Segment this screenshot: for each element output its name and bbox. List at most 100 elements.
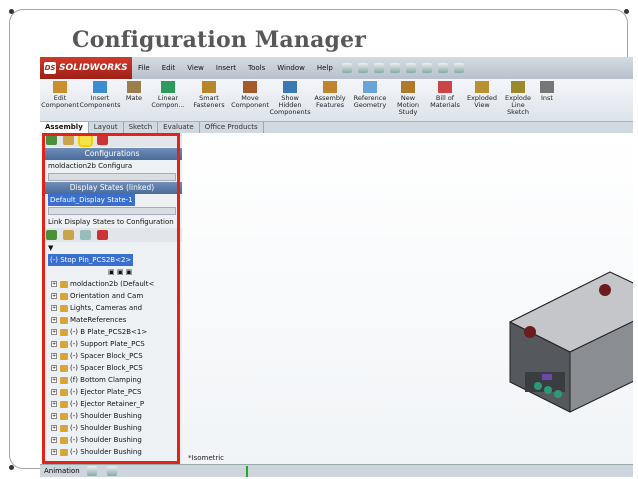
- tree-item[interactable]: + (-) B Plate_PCS2B<1>: [42, 326, 182, 338]
- insert-components-button[interactable]: Insert Components: [79, 79, 121, 121]
- tree-item[interactable]: + (-) Shoulder Bushing: [42, 446, 182, 458]
- undo-icon[interactable]: [405, 63, 416, 73]
- move-component-button[interactable]: Move Component: [230, 79, 270, 121]
- reference-geometry-button[interactable]: Reference Geometry: [350, 79, 390, 121]
- menu-file[interactable]: File: [132, 64, 156, 72]
- expand-icon[interactable]: +: [51, 401, 57, 407]
- configurations-scrollbar[interactable]: [48, 173, 176, 181]
- show-hidden-button[interactable]: Show Hidden Components: [269, 79, 311, 121]
- print-icon[interactable]: [389, 63, 400, 73]
- filter-row[interactable]: ▼: [42, 242, 182, 254]
- feature-tree-icon[interactable]: [46, 230, 57, 240]
- tree-item[interactable]: + (-) Spacer Block_PCS: [42, 350, 182, 362]
- expand-icon[interactable]: +: [51, 341, 57, 347]
- expand-icon[interactable]: +: [51, 317, 57, 323]
- expand-icon[interactable]: +: [51, 389, 57, 395]
- display-state-item[interactable]: Default_Display State-1: [42, 194, 182, 206]
- save-icon[interactable]: [373, 63, 384, 73]
- stop-icon[interactable]: [106, 466, 117, 476]
- configuration-item[interactable]: moldaction2b Configura: [42, 160, 182, 172]
- configuration-manager-icon[interactable]: [78, 133, 93, 147]
- ribbon-button-label: New Motion Study: [396, 94, 420, 116]
- tree-item[interactable]: + (-) Shoulder Bushing: [42, 422, 182, 434]
- expand-icon[interactable]: +: [51, 449, 57, 455]
- menu-help[interactable]: Help: [311, 64, 339, 72]
- mold-assembly-model[interactable]: [490, 262, 633, 462]
- tree-item[interactable]: + (-) Ejector Retainer_P: [42, 398, 182, 410]
- link-display-states-checkbox[interactable]: Link Display States to Configuration: [42, 216, 182, 228]
- tree-item[interactable]: + (f) Bottom Clamping: [42, 374, 182, 386]
- tree-item-label: (-) Shoulder Bushing: [70, 412, 142, 420]
- display-manager-icon[interactable]: [97, 135, 108, 145]
- tree-item[interactable]: + MateReferences: [42, 314, 182, 326]
- tree-item-label: (-) Spacer Block_PCS: [70, 352, 143, 360]
- part-icon: [60, 353, 68, 360]
- expand-icon[interactable]: +: [51, 425, 57, 431]
- expand-icon[interactable]: +: [51, 413, 57, 419]
- menu-tools[interactable]: Tools: [242, 64, 271, 72]
- tree-item-label: (f) Bottom Clamping: [70, 376, 142, 384]
- explode-line-button[interactable]: Explode Line Sketch: [500, 79, 536, 121]
- ribbon-button-label: Linear Compon...: [151, 94, 185, 109]
- motion-study-button[interactable]: New Motion Study: [390, 79, 426, 121]
- expand-icon[interactable]: +: [51, 377, 57, 383]
- property-manager-icon[interactable]: [63, 135, 74, 145]
- show-hidden-icon: [283, 81, 297, 93]
- tab-sketch[interactable]: Sketch: [124, 122, 159, 133]
- tree-item[interactable]: + (-) Support Plate_PCS: [42, 338, 182, 350]
- expand-icon[interactable]: +: [51, 293, 57, 299]
- configuration-manager-icon[interactable]: [80, 230, 91, 240]
- expand-icon[interactable]: +: [51, 305, 57, 311]
- menu-view[interactable]: View: [181, 64, 210, 72]
- smart-fasteners-button[interactable]: Smart Fasteners: [188, 79, 230, 121]
- tab-assembly[interactable]: Assembly: [40, 122, 89, 133]
- mate-button[interactable]: Mate: [120, 79, 148, 121]
- expand-icon[interactable]: +: [51, 365, 57, 371]
- tab-evaluate[interactable]: Evaluate: [158, 122, 200, 133]
- expand-icon[interactable]: +: [51, 437, 57, 443]
- select-icon[interactable]: [421, 63, 432, 73]
- tree-item[interactable]: + moldaction2b (Default<: [42, 278, 182, 290]
- ribbon-button-label: Reference Geometry: [353, 94, 387, 109]
- new-icon[interactable]: [341, 63, 352, 73]
- assembly-features-button[interactable]: Assembly Features: [310, 79, 350, 121]
- panel-tabs: [42, 133, 182, 147]
- tree-item[interactable]: + (-) Spacer Block_PCS: [42, 362, 182, 374]
- feature-tree-icon[interactable]: [46, 135, 57, 145]
- tree-item[interactable]: + Orientation and Cam: [42, 290, 182, 302]
- edit-component-button[interactable]: Edit Component: [40, 79, 80, 121]
- tree-toolbar: ▣ ▣ ▣: [108, 268, 133, 276]
- menu-window[interactable]: Window: [271, 64, 311, 72]
- tree-item-label: Lights, Cameras and: [70, 304, 143, 312]
- ribbon-button-label: Move Component: [231, 94, 269, 109]
- menu-edit[interactable]: Edit: [156, 64, 182, 72]
- tree-item[interactable]: + Lights, Cameras and: [42, 302, 182, 314]
- linear-pattern-button[interactable]: Linear Compon...: [148, 79, 188, 121]
- instant-button[interactable]: Inst: [536, 79, 558, 121]
- tree-item[interactable]: + (-) Shoulder Bushing: [42, 410, 182, 422]
- tree-item-label: (-) Ejector Retainer_P: [70, 400, 145, 408]
- expand-icon[interactable]: +: [51, 353, 57, 359]
- display-states-scrollbar[interactable]: [48, 207, 176, 215]
- ribbon-button-label: Edit Component: [41, 94, 79, 109]
- expand-icon[interactable]: +: [51, 329, 57, 335]
- tree-item[interactable]: + (-) Shoulder Bushing: [42, 434, 182, 446]
- app-logo: DS SOLIDWORKS: [40, 57, 132, 79]
- bom-button[interactable]: Bill of Materials: [426, 79, 464, 121]
- open-icon[interactable]: [357, 63, 368, 73]
- tab-office-products[interactable]: Office Products: [200, 122, 264, 133]
- rebuild-icon[interactable]: [437, 63, 448, 73]
- feature-tree: + moldaction2b (Default< + Orientation and …: [42, 278, 182, 458]
- options-icon[interactable]: [453, 63, 464, 73]
- property-manager-icon[interactable]: [63, 230, 74, 240]
- play-icon[interactable]: [86, 466, 97, 476]
- expand-icon[interactable]: +: [51, 281, 57, 287]
- tree-item[interactable]: + (-) Ejector Plate_PCS: [42, 386, 182, 398]
- menu-insert[interactable]: Insert: [210, 64, 242, 72]
- exploded-view-button[interactable]: Exploded View: [464, 79, 500, 121]
- command-tabs: Assembly Layout Sketch Evaluate Office P…: [40, 122, 633, 133]
- part-icon: [60, 377, 68, 384]
- tab-layout[interactable]: Layout: [89, 122, 124, 133]
- display-manager-icon[interactable]: [97, 230, 108, 240]
- selected-part[interactable]: (-) Stop Pin_PCS2B<2>: [42, 254, 182, 266]
